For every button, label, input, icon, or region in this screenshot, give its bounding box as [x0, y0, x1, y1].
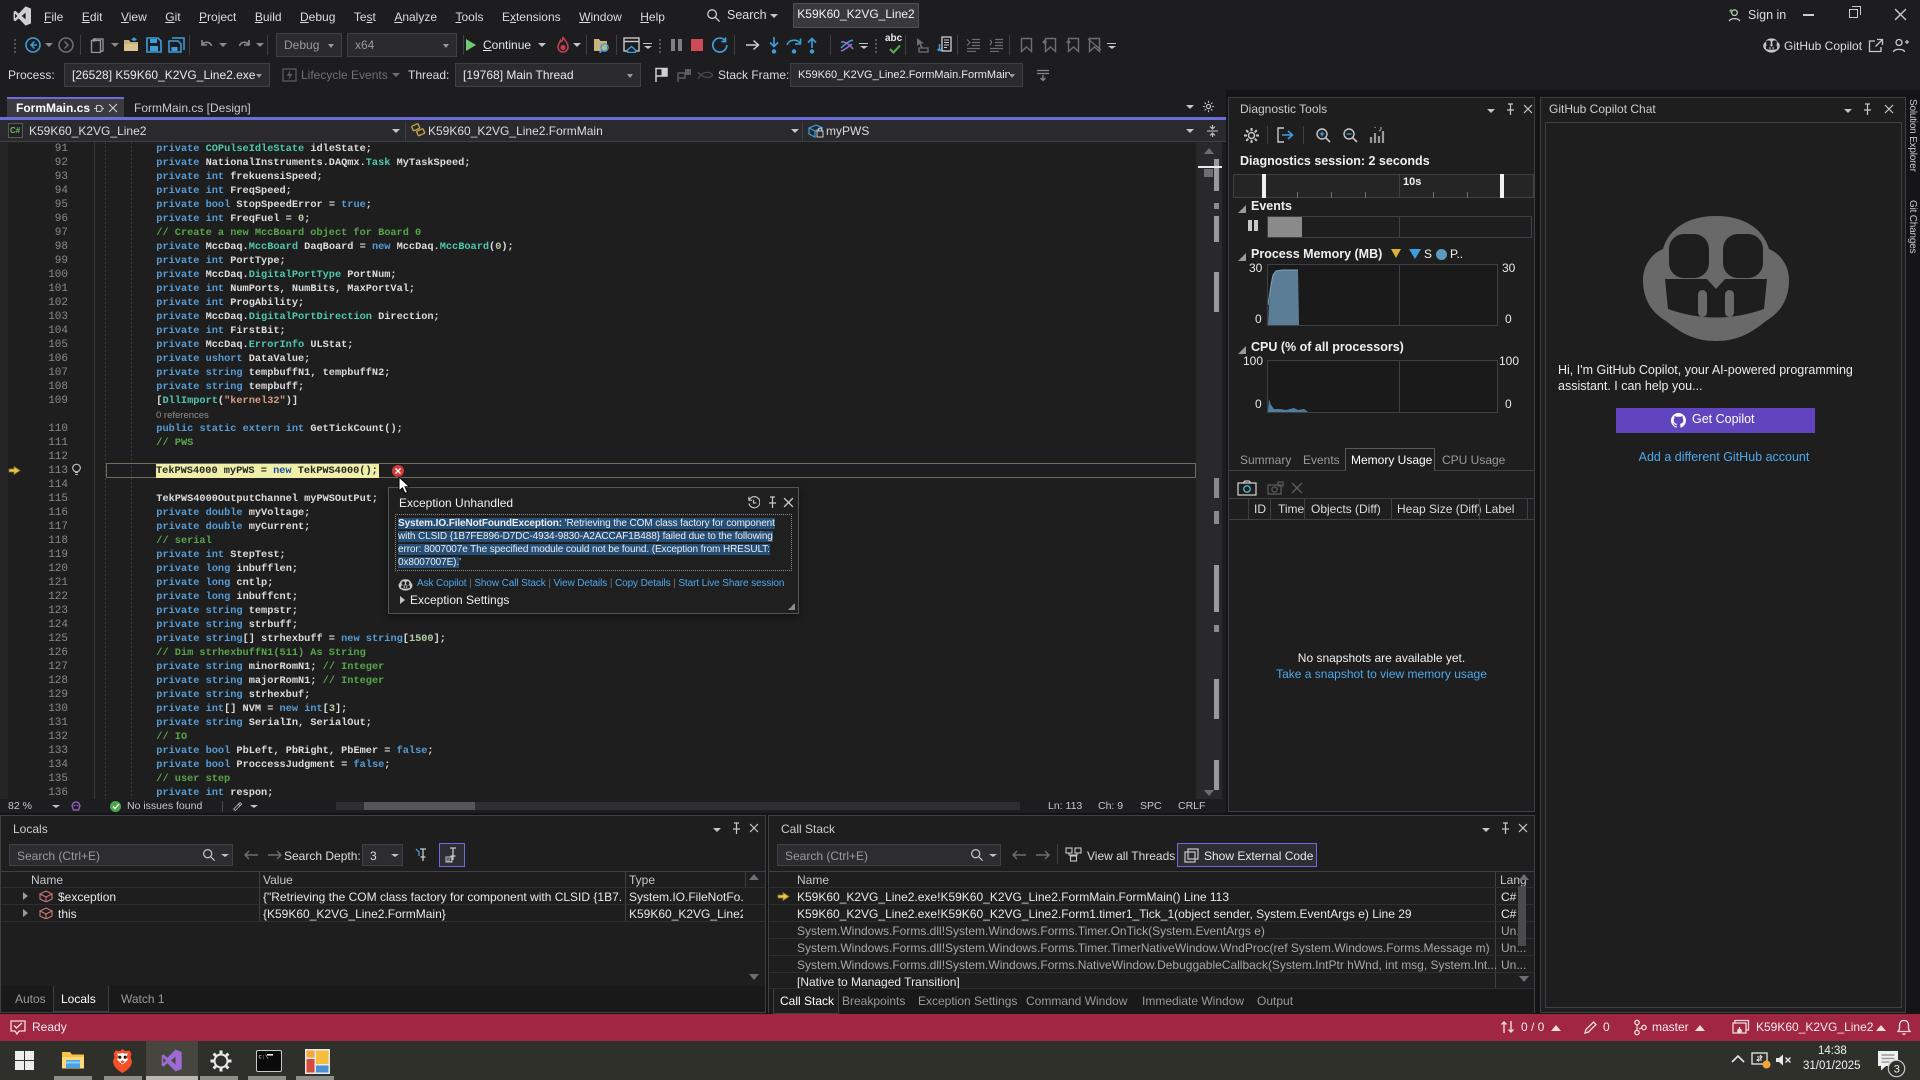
svg-text:3: 3: [1894, 1064, 1900, 1076]
svg-text:C:\: C:\: [259, 1054, 269, 1061]
svg-text:ab: ab: [447, 858, 453, 864]
